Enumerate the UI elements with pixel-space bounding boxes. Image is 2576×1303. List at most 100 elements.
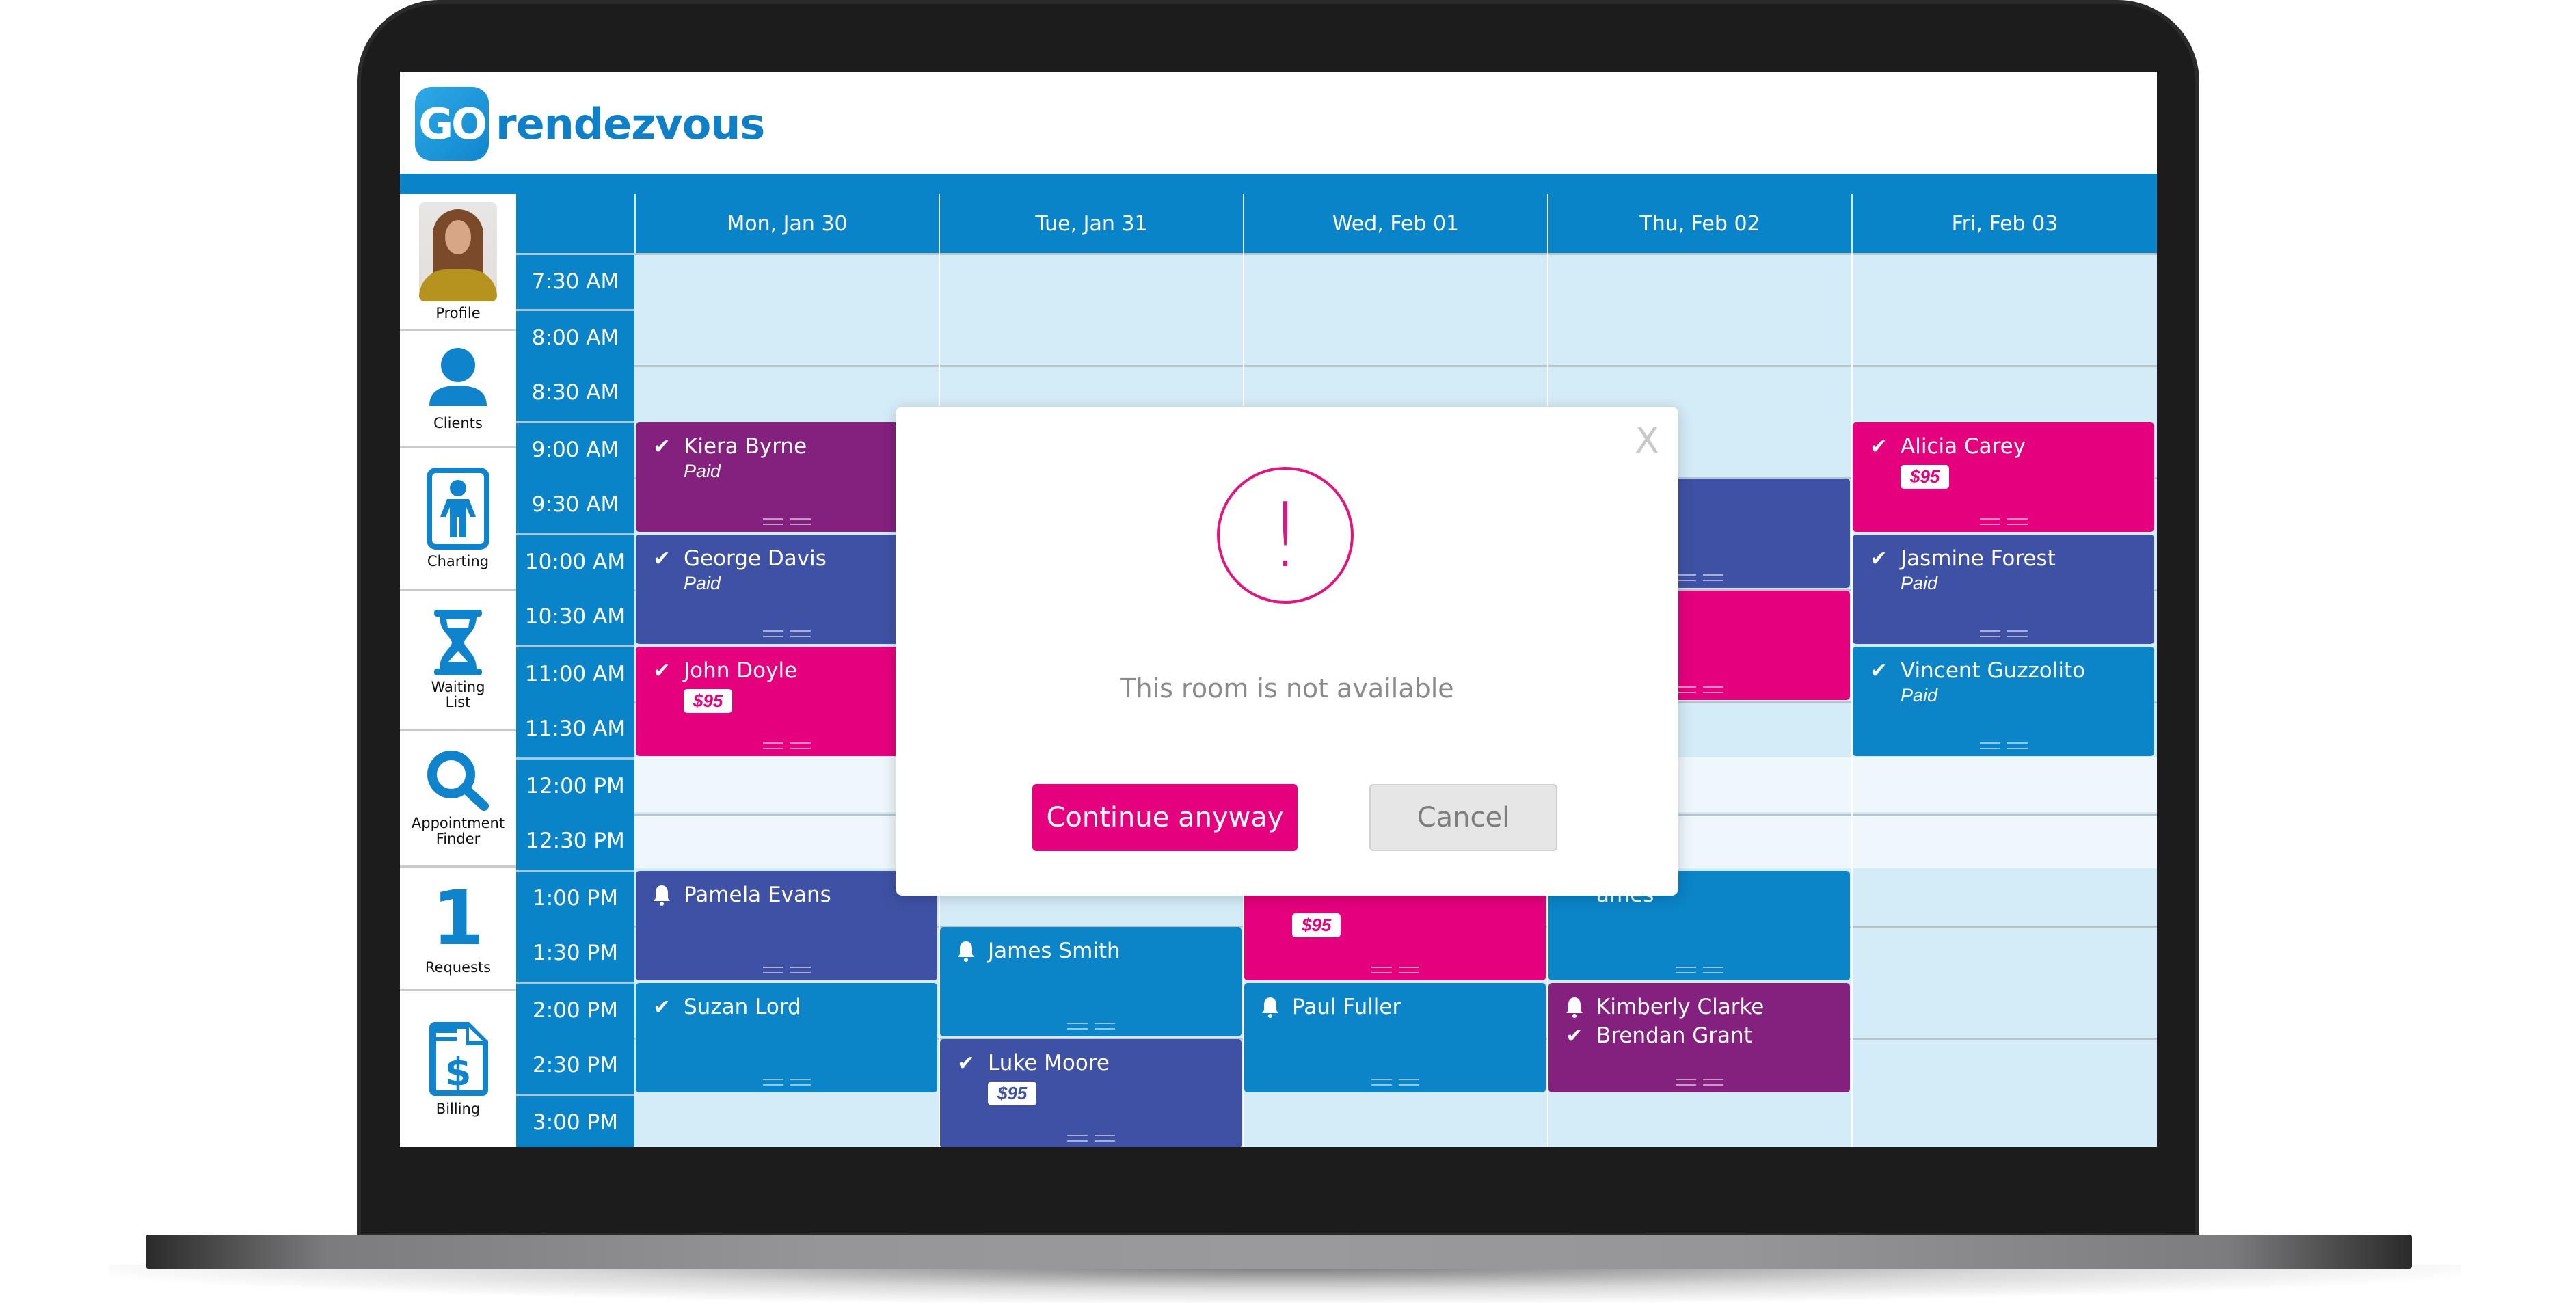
time-column: 7:30 AM 8:00 AM 8:30 AM 9:00 AM 9:30 AM 10:00… <box>516 194 634 1147</box>
cancel-button[interactable]: Cancel <box>1369 784 1557 851</box>
grid-row[interactable] <box>634 1094 2157 1147</box>
appointment-client-line: ✔ Brendan Grant <box>1561 1021 1850 1050</box>
sidebar-item-waiting-list[interactable]: Waiting List <box>400 591 516 731</box>
resize-handle[interactable] <box>1979 630 2028 637</box>
laptop-base <box>146 1235 2412 1269</box>
dialog-message: This room is not available <box>1120 673 1454 703</box>
hourglass-icon <box>434 609 482 675</box>
time-label: 11:30 AM <box>524 716 626 741</box>
day-header[interactable]: Tue, Jan 31 <box>939 194 1243 253</box>
resize-handle[interactable] <box>1066 1135 1115 1142</box>
sidebar-item-charting[interactable]: Charting <box>400 448 516 591</box>
appointment-client-line: Pamela Evans <box>648 881 937 909</box>
resize-handle[interactable] <box>762 630 811 637</box>
sidebar-item-clients[interactable]: Clients <box>400 331 516 448</box>
bell-icon <box>648 884 675 906</box>
appointment-block[interactable]: ✔ Alicia Carey $95 <box>1853 422 2154 532</box>
price-badge: $95 <box>1901 465 1950 489</box>
sidebar-item-label: Clients <box>433 415 483 432</box>
appointment-client-line: ✔ George Davis <box>648 544 937 573</box>
time-label: 3:00 PM <box>516 1094 634 1147</box>
client-name: Luke Moore <box>988 1051 1110 1075</box>
continue-anyway-button[interactable]: Continue anyway <box>1032 784 1298 851</box>
time-label: 11:00 AM <box>516 645 634 700</box>
day-header[interactable]: Fri, Feb 03 <box>1851 194 2157 253</box>
resize-handle[interactable] <box>762 518 811 525</box>
time-label: 10:30 AM <box>524 604 626 629</box>
check-icon: ✔ <box>1566 1023 1583 1048</box>
appointment-client-line: ✔ John Doyle <box>648 656 937 685</box>
time-label: 2:00 PM <box>516 982 634 1036</box>
request-count-icon: 1 <box>431 874 485 963</box>
day-header[interactable]: Mon, Jan 30 <box>634 194 939 253</box>
sidebar: Profile Clients Charting Waiting List Ap… <box>400 194 516 1147</box>
appointment-client-line: James Smith <box>952 937 1242 965</box>
appointment-block[interactable]: James Smith <box>940 927 1242 1036</box>
client-name: John Doyle <box>684 658 798 683</box>
time-label: 12:30 PM <box>526 829 625 853</box>
day-header[interactable]: Wed, Feb 01 <box>1243 194 1547 253</box>
resize-handle[interactable] <box>762 742 811 749</box>
resize-handle[interactable] <box>1371 1079 1419 1086</box>
sidebar-item-label: Appointment Finder <box>411 815 505 847</box>
sidebar-item-requests[interactable]: 1 Requests <box>400 868 516 991</box>
grid-row[interactable] <box>634 253 2157 308</box>
bell-icon <box>1257 996 1284 1018</box>
appointment-client-line: ✔ Jasmine Forest <box>1865 544 2154 573</box>
resize-handle[interactable] <box>1675 574 1723 581</box>
laptop-shadow <box>109 1265 2461 1303</box>
appointment-block[interactable]: ✔ Luke Moore $95 <box>940 1039 1242 1147</box>
appointment-block[interactable]: ✔ George Davis Paid <box>636 535 937 644</box>
svg-text:$: $ <box>445 1050 472 1094</box>
sidebar-item-label: Waiting List <box>431 678 485 710</box>
resize-handle[interactable] <box>1066 1023 1115 1030</box>
resize-handle[interactable] <box>1371 967 1419 973</box>
resize-handle[interactable] <box>1675 1079 1723 1086</box>
resize-handle[interactable] <box>1979 518 2028 525</box>
appointment-block[interactable]: ✔ Suzan Lord <box>636 983 937 1092</box>
check-icon: ✔ <box>653 658 671 683</box>
check-icon: ✔ <box>1870 546 1888 571</box>
price-badge: $95 <box>988 1082 1037 1105</box>
time-label: 1:30 PM <box>533 941 618 965</box>
time-label: 1:00 PM <box>516 870 634 924</box>
appointment-client-line: ✔ Vincent Guzzolito <box>1865 656 2154 685</box>
resize-handle[interactable] <box>1979 742 2028 749</box>
sidebar-item-profile[interactable]: Profile <box>400 194 516 331</box>
check-icon: ✔ <box>957 1051 975 1075</box>
time-label: 9:30 AM <box>531 492 619 517</box>
resize-handle[interactable] <box>1675 686 1723 693</box>
resize-handle[interactable] <box>762 1079 811 1086</box>
price-badge: $95 <box>684 689 733 713</box>
grid-row[interactable] <box>634 309 2157 364</box>
logo-badge-text: GO <box>418 98 487 149</box>
sidebar-item-billing[interactable]: $ Billing <box>400 991 516 1147</box>
search-icon <box>427 751 489 811</box>
logo-badge-icon[interactable]: GO <box>415 87 489 161</box>
client-name: Suzan Lord <box>684 995 801 1019</box>
appointment-block[interactable]: Kimberly Clarke ✔ Brendan Grant <box>1548 983 1850 1092</box>
resize-handle[interactable] <box>762 967 811 973</box>
time-label: 10:00 AM <box>516 533 634 588</box>
invoice-dollar-icon: $ <box>429 1022 488 1097</box>
appointment-block[interactable]: ✔ John Doyle $95 <box>636 647 937 756</box>
logo-bar: GO rendezvous <box>400 72 2157 174</box>
client-name: George Davis <box>684 546 827 571</box>
day-header[interactable]: Thu, Feb 02 <box>1547 194 1851 253</box>
room-unavailable-dialog: X ! This room is not available Continue … <box>896 407 1678 896</box>
appointment-client-line: ✔ Alicia Carey <box>1865 432 2154 461</box>
sidebar-item-label: Billing <box>435 1101 481 1118</box>
logo-text[interactable]: rendezvous <box>496 99 765 149</box>
sidebar-item-label: Profile <box>435 304 481 321</box>
appointment-block[interactable]: ✔ Vincent Guzzolito Paid <box>1853 647 2154 756</box>
client-name: Paul Fuller <box>1292 995 1401 1019</box>
appointment-block[interactable]: Pamela Evans <box>636 871 937 980</box>
close-icon[interactable]: X <box>1635 420 1659 461</box>
appointment-block[interactable]: ✔ Jasmine Forest Paid <box>1853 535 2154 644</box>
time-label: 12:00 PM <box>516 757 634 812</box>
appointment-block[interactable]: ✔ Kiera Byrne Paid <box>636 422 937 532</box>
resize-handle[interactable] <box>1675 967 1723 973</box>
appointment-block[interactable]: Paul Fuller <box>1244 983 1546 1092</box>
exclamation-circle-icon: ! <box>1217 467 1354 604</box>
sidebar-item-appointment-finder[interactable]: Appointment Finder <box>400 731 516 868</box>
